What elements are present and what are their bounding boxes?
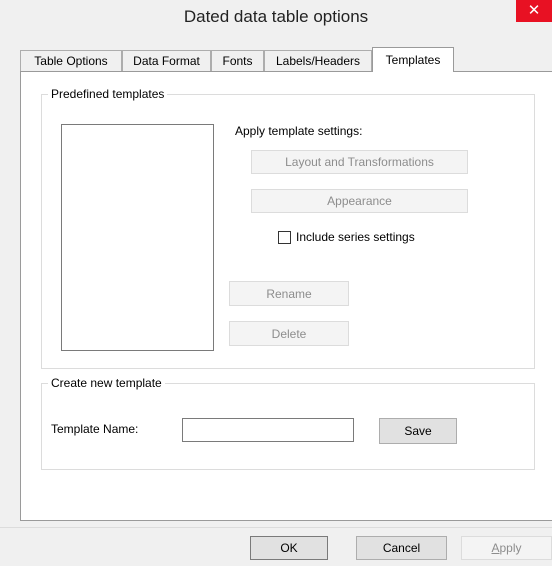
templates-list[interactable] [61,124,214,351]
tab-table-options[interactable]: Table Options [20,50,122,71]
ok-button[interactable]: OK [250,536,328,560]
apply-button[interactable]: Apply [461,536,552,560]
window-title: Dated data table options [183,7,369,26]
tab-templates[interactable]: Templates [372,47,454,72]
close-icon[interactable]: ✕ [516,0,552,22]
include-series-label: Include series settings [296,230,415,244]
tab-fonts[interactable]: Fonts [211,50,264,71]
tab-labels-headers[interactable]: Labels/Headers [264,50,372,71]
layout-and-transformations-button[interactable]: Layout and Transformations [251,150,468,174]
footer-divider [0,527,552,528]
templates-panel: Predefined templates Apply template sett… [20,71,552,521]
save-button[interactable]: Save [379,418,457,444]
create-new-template-legend: Create new template [51,376,162,390]
apply-template-settings-label: Apply template settings: [235,124,363,138]
delete-button[interactable]: Delete [229,321,349,346]
cancel-button[interactable]: Cancel [356,536,447,560]
rename-button[interactable]: Rename [229,281,349,306]
template-name-input[interactable] [182,418,354,442]
include-series-checkbox[interactable] [278,231,291,244]
title-bar: Dated data table options ✕ [0,0,552,36]
predefined-templates-legend: Predefined templates [51,87,165,101]
tab-data-format[interactable]: Data Format [122,50,211,71]
appearance-button[interactable]: Appearance [251,189,468,213]
template-name-label: Template Name: [51,422,139,436]
